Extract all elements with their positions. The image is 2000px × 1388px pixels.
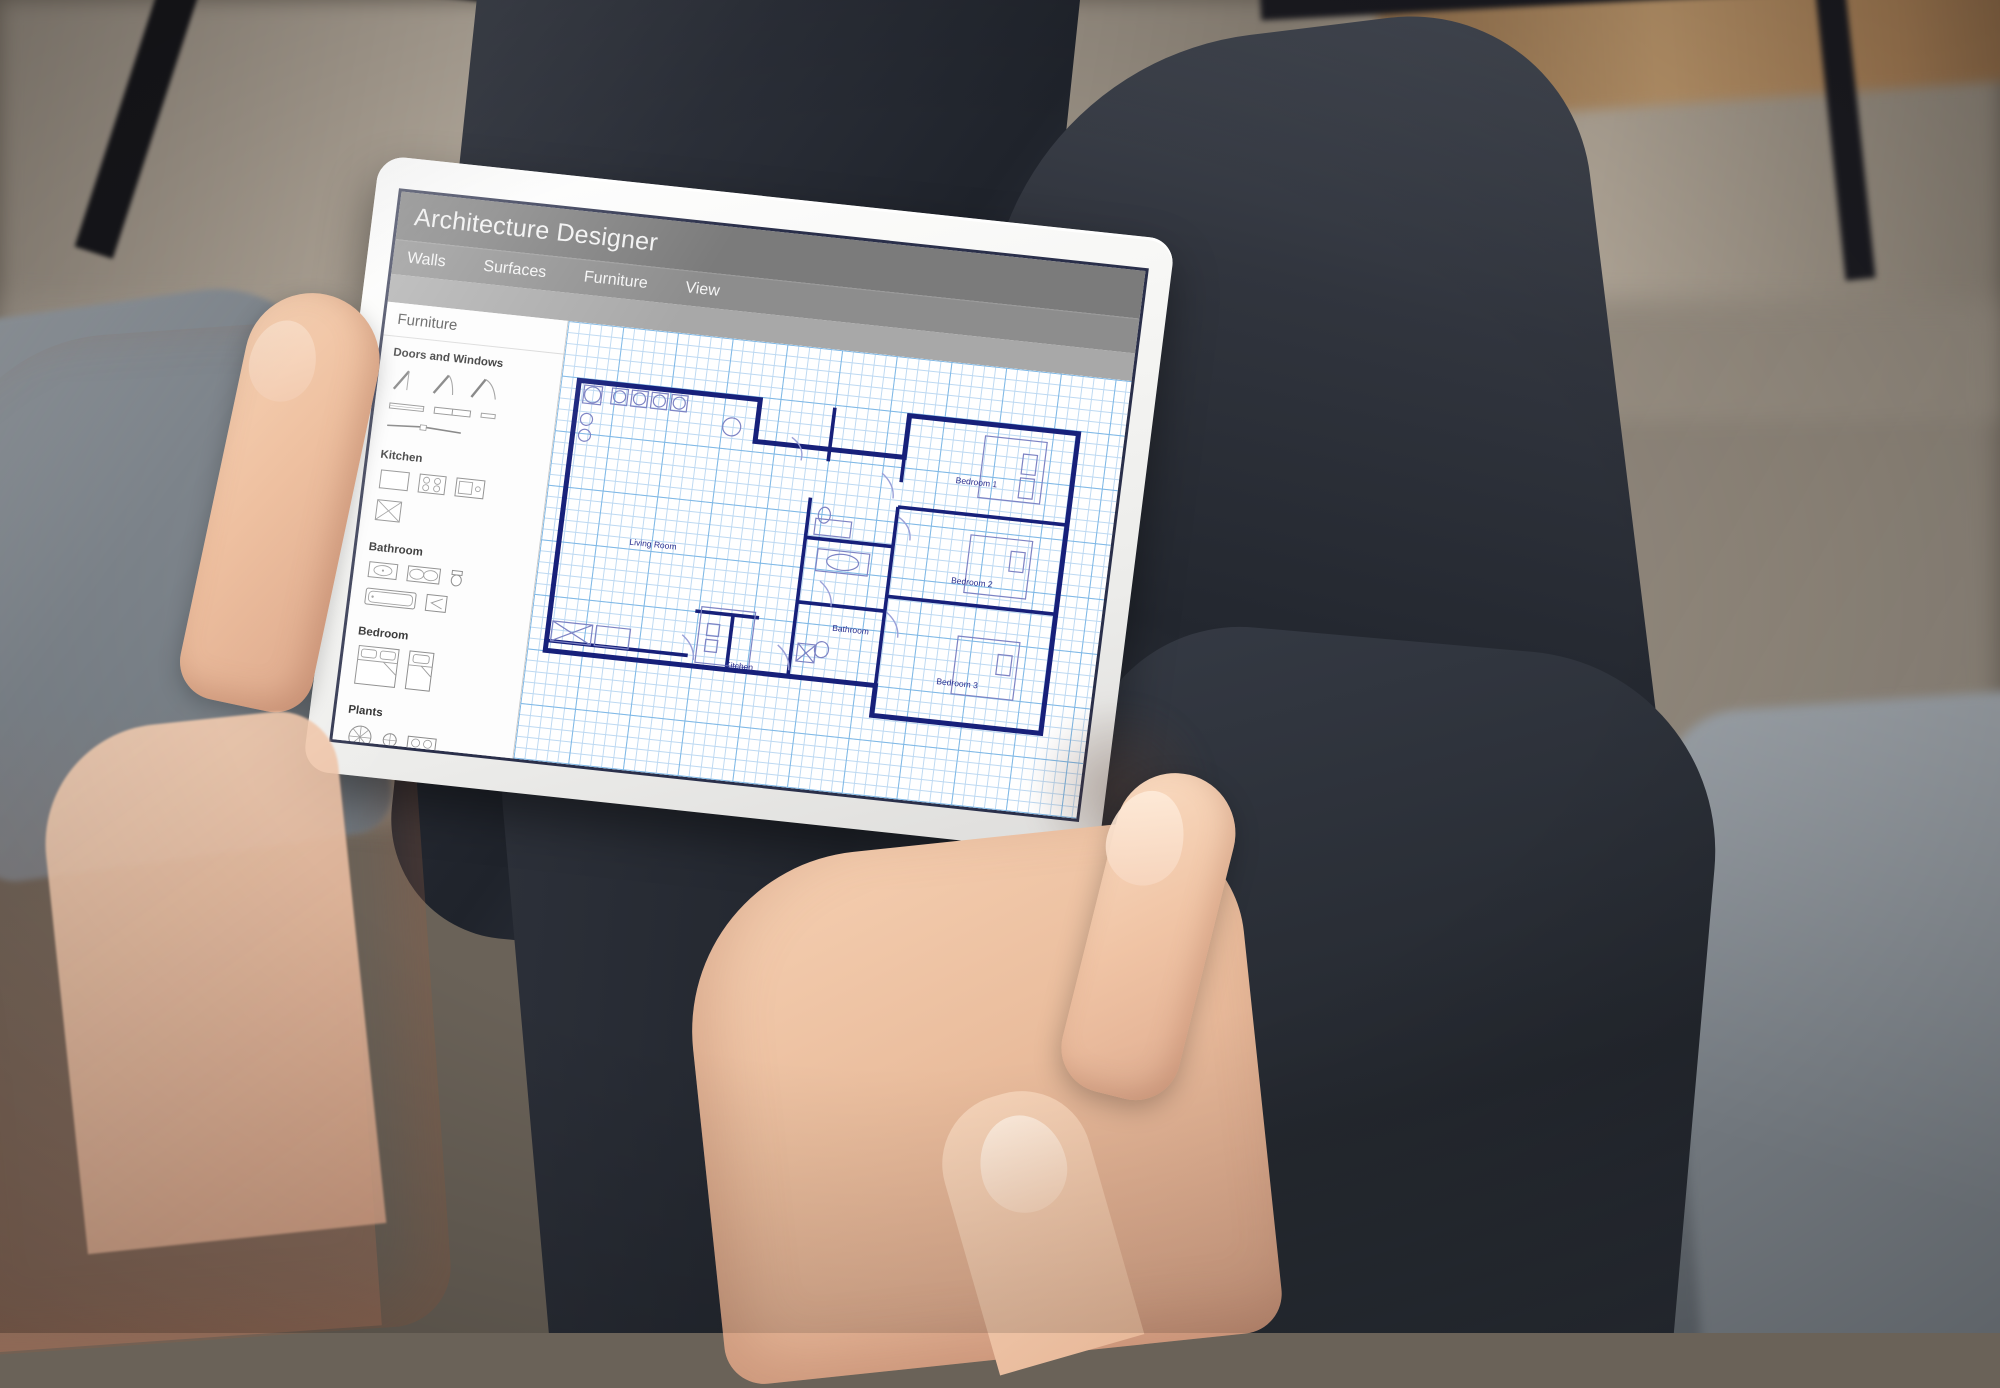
toilet-icon[interactable] — [448, 569, 464, 588]
palette-row — [351, 644, 524, 702]
dishwasher-icon[interactable] — [374, 498, 403, 525]
wall-segment-icon[interactable] — [386, 419, 463, 437]
double-bed-icon[interactable] — [353, 644, 400, 688]
single-bed-icon[interactable] — [404, 650, 435, 692]
left-hand-fingers — [33, 705, 387, 1255]
sink-icon[interactable] — [454, 476, 487, 501]
menu-item-view[interactable]: View — [684, 279, 720, 301]
window-double-icon[interactable] — [433, 404, 472, 420]
door-swing-right-icon[interactable] — [429, 370, 462, 399]
category-doors-and-windows: Doors and Windows — [371, 335, 564, 456]
counter-icon[interactable] — [378, 468, 411, 493]
door-double-swing-icon[interactable] — [468, 374, 505, 403]
floorplan-canvas[interactable]: Living Room Kitchen Bathroom Bedroom 1 B… — [513, 320, 1132, 819]
sink-basin-icon[interactable] — [367, 560, 399, 581]
window-single-icon[interactable] — [388, 399, 425, 415]
stove-icon[interactable] — [417, 472, 448, 497]
opening-icon[interactable] — [479, 409, 496, 423]
floorplan-drawing — [542, 377, 1082, 737]
double-sink-icon[interactable] — [406, 564, 442, 585]
tablet-screen[interactable]: Architecture Designer Walls Surfaces Fur… — [332, 191, 1146, 819]
menu-item-surfaces[interactable]: Surfaces — [482, 258, 547, 283]
tablet-device: Architecture Designer Walls Surfaces Fur… — [302, 155, 1176, 856]
door-swing-left-icon[interactable] — [390, 366, 423, 395]
menu-item-furniture[interactable]: Furniture — [583, 268, 649, 293]
shower-icon[interactable] — [424, 592, 448, 614]
menu-item-walls[interactable]: Walls — [406, 250, 446, 272]
app-workarea: Furniture Doors and Windows Kitchen Bath… — [332, 301, 1132, 819]
bathtub-icon[interactable] — [363, 586, 417, 611]
sofa-armrest-right — [1657, 686, 2000, 1333]
